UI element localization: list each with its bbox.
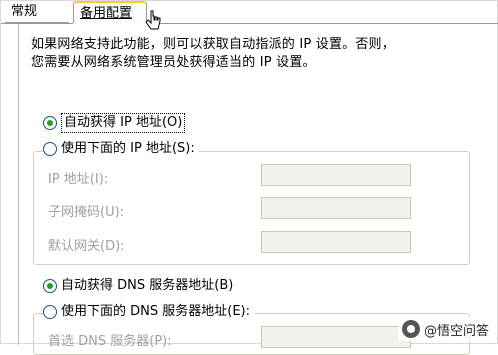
tab-alternate-configuration[interactable]: 备用配置	[73, 1, 147, 23]
ip-address-label: IP 地址(I):	[48, 172, 109, 187]
tab-divider-right	[147, 23, 498, 24]
auto-dns-radio[interactable]	[43, 279, 57, 293]
auto-ip-radio[interactable]	[43, 116, 57, 130]
description-line-2: 您需要从网络系统管理员处获得适当的 IP 设置。	[31, 55, 316, 70]
auto-ip-label: 自动获得 IP 地址(O)	[61, 113, 186, 133]
subnet-mask-row: 子网掩码(U):	[34, 197, 469, 221]
ip-address-input[interactable]	[261, 164, 411, 186]
preferred-dns-label: 首选 DNS 服务器(P):	[48, 334, 172, 349]
manual-dns-option[interactable]: 使用下面的 DNS 服务器地址(E):	[43, 303, 254, 321]
default-gateway-label: 默认网关(D):	[48, 239, 125, 254]
description-text: 如果网络支持此功能，则可以获取自动指派的 IP 设置。否则， 您需要从网络系统管…	[31, 36, 471, 72]
panel-left-edge	[18, 24, 19, 345]
wukong-logo-icon	[401, 320, 420, 338]
ip-address-row: IP 地址(I):	[34, 164, 469, 188]
tab-strip: 常规 备用配置	[1, 1, 498, 25]
ip-address-group: IP 地址(I): 子网掩码(U): 默认网关(D):	[33, 151, 470, 265]
preferred-dns-input[interactable]	[261, 326, 411, 348]
auto-dns-label: 自动获得 DNS 服务器地址(B)	[61, 278, 234, 293]
default-gateway-input[interactable]	[261, 231, 411, 253]
watermark: @悟空问答	[397, 317, 493, 341]
auto-dns-option[interactable]: 自动获得 DNS 服务器地址(B)	[43, 277, 233, 295]
watermark-text: @悟空问答	[423, 323, 489, 339]
default-gateway-row: 默认网关(D):	[34, 231, 469, 255]
mouse-cursor-icon	[145, 10, 161, 30]
tcpip-properties-dialog: 常规 备用配置 如果网络支持此功能，则可以获取自动指派的 IP 设置。否则， 您…	[0, 0, 498, 355]
tab-divider-left	[1, 23, 73, 24]
manual-ip-option[interactable]: 使用下面的 IP 地址(S):	[43, 140, 199, 158]
tab-alternate-configuration-label: 备用配置	[80, 6, 133, 21]
manual-ip-radio[interactable]	[43, 142, 57, 156]
description-line-1: 如果网络支持此功能，则可以获取自动指派的 IP 设置。否则，	[31, 37, 395, 52]
subnet-mask-label: 子网掩码(U):	[48, 205, 125, 220]
manual-ip-label: 使用下面的 IP 地址(S):	[61, 141, 195, 156]
tab-general[interactable]: 常规	[5, 1, 69, 23]
manual-dns-label: 使用下面的 DNS 服务器地址(E):	[61, 304, 250, 319]
auto-ip-option[interactable]: 自动获得 IP 地址(O)	[43, 113, 186, 133]
subnet-mask-input[interactable]	[261, 197, 411, 219]
manual-dns-radio[interactable]	[43, 305, 57, 319]
